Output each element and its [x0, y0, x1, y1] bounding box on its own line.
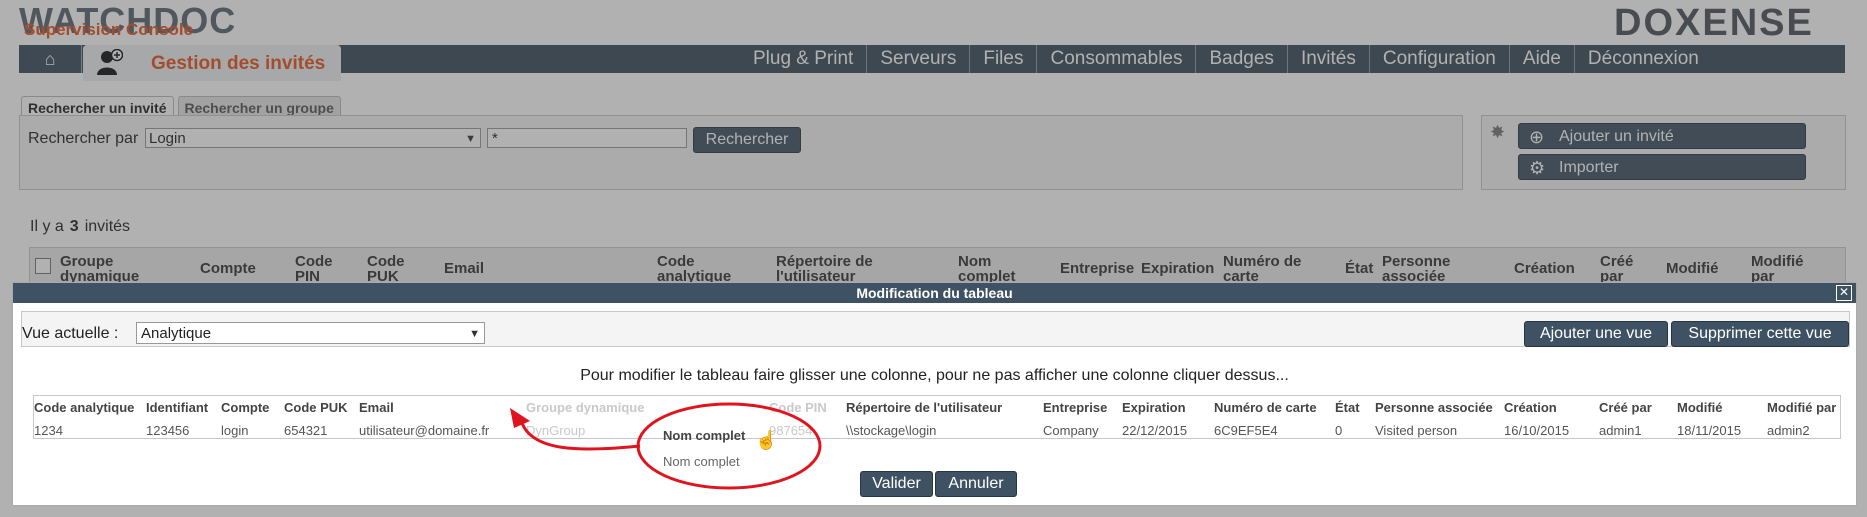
column-editor-grid: Code analytique 1234 Identifiant 123456 …	[33, 395, 1841, 439]
chevron-down-icon: ▼	[469, 328, 480, 340]
col-header-analytic-code[interactable]: Code analytique	[34, 400, 134, 415]
col-header-user-directory[interactable]: Répertoire de l'utilisateur	[846, 400, 1002, 415]
col-value-expiration: 22/12/2015	[1122, 423, 1188, 438]
col-value-modified-by: admin2	[1767, 423, 1810, 438]
dialog-title: Modification du tableau	[13, 283, 1856, 303]
col-value-modified: 18/11/2015	[1677, 423, 1742, 438]
col-header-expiration[interactable]: Expiration	[1122, 400, 1186, 415]
current-view-label: Vue actuelle :	[22, 325, 119, 342]
col-header-created[interactable]: Création	[1504, 400, 1557, 415]
current-view-select[interactable]: Analytique ▼	[136, 322, 485, 344]
col-value-account: login	[221, 423, 249, 438]
current-view-value: Analytique	[141, 325, 212, 342]
col-value-email: utilisateur@domaine.fr	[359, 423, 490, 438]
col-value-puk: 654321	[284, 423, 328, 438]
col-header-puk[interactable]: Code PUK	[284, 400, 348, 415]
hand-cursor-icon: ☝	[755, 430, 778, 450]
delete-view-button[interactable]: Supprimer cette vue	[1671, 321, 1849, 347]
validate-button[interactable]: Valider	[860, 471, 933, 497]
col-header-company[interactable]: Entreprise	[1043, 400, 1107, 415]
col-header-dynamic-group[interactable]: Groupe dynamique	[526, 400, 644, 415]
col-header-modified[interactable]: Modifié	[1677, 400, 1723, 415]
instruction-text: Pour modifier le tableau faire glisser u…	[580, 367, 1289, 384]
dragged-column-header[interactable]: Nom complet	[663, 428, 745, 443]
add-view-button[interactable]: Ajouter une vue	[1524, 321, 1668, 347]
col-value-associated-person: Visited person	[1375, 423, 1458, 438]
col-value-identifier: 123456	[146, 423, 190, 438]
col-header-state[interactable]: État	[1335, 400, 1360, 415]
col-value-analytic-code: 1234	[34, 423, 63, 438]
col-header-associated-person[interactable]: Personne associée	[1375, 400, 1493, 415]
col-value-state: 0	[1335, 423, 1343, 438]
cancel-button[interactable]: Annuler	[935, 471, 1017, 497]
col-value-card-number: 6C9EF5E4	[1214, 423, 1278, 438]
col-header-created-by[interactable]: Créé par	[1599, 400, 1652, 415]
col-value-created: 16/10/2015	[1504, 423, 1570, 438]
col-header-email[interactable]: Email	[359, 400, 394, 415]
close-icon[interactable]: ✕	[1836, 285, 1852, 301]
dragged-column-value: Nom complet	[663, 454, 740, 469]
col-header-modified-by[interactable]: Modifié par	[1767, 400, 1836, 415]
col-value-company: Company	[1043, 423, 1099, 438]
col-value-created-by: admin1	[1599, 423, 1642, 438]
col-header-pin[interactable]: Code PIN	[769, 400, 827, 415]
col-value-user-directory: \\stockage\login	[846, 423, 937, 438]
col-header-account[interactable]: Compte	[221, 400, 269, 415]
col-header-identifier[interactable]: Identifiant	[146, 400, 208, 415]
col-header-card-number[interactable]: Numéro de carte	[1214, 400, 1317, 415]
col-value-dynamic-group: DynGroup	[526, 423, 586, 438]
table-edit-dialog: Modification du tableau ✕ Vue actuelle :…	[12, 282, 1857, 506]
